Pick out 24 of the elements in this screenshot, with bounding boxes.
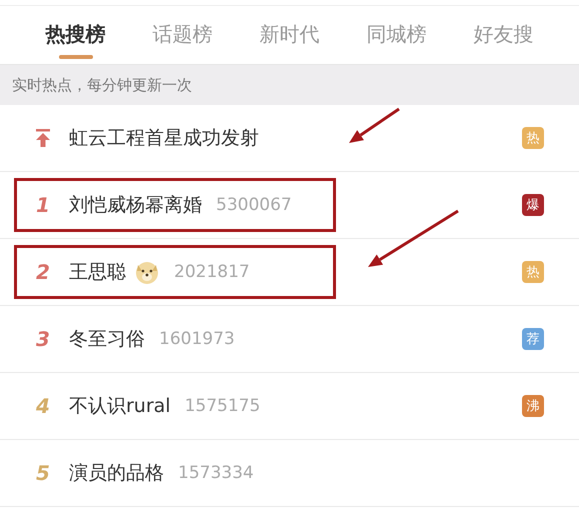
- hot-badge: 荐: [522, 328, 544, 350]
- tab[interactable]: 热搜榜: [40, 10, 112, 60]
- rank-number: 5: [35, 461, 51, 485]
- hot-badge: 沸: [522, 395, 544, 417]
- rank-number: 4: [35, 394, 51, 418]
- rank-number: 2: [35, 260, 51, 284]
- rank-number: 1: [35, 193, 51, 217]
- search-count: 5300067: [216, 195, 292, 215]
- topic-title[interactable]: 刘恺威杨幂离婚: [69, 192, 202, 218]
- hot-badge: 爆: [522, 194, 544, 216]
- rank-number: 3: [35, 327, 51, 351]
- search-count: 1601973: [159, 329, 235, 349]
- hot-badge: 热: [522, 127, 544, 149]
- search-count: 2021817: [174, 262, 250, 282]
- search-count: 1573334: [178, 463, 254, 483]
- topic-title[interactable]: 冬至习俗: [69, 326, 145, 352]
- pin-top-icon: [35, 129, 51, 147]
- topic-title[interactable]: 王思聪: [69, 259, 126, 285]
- topic-title[interactable]: 不认识rural: [69, 393, 171, 419]
- subtitle: 实时热点，每分钟更新一次: [12, 76, 192, 94]
- topic-title[interactable]: 演员的品格: [69, 460, 164, 486]
- hot-badge: 热: [522, 261, 544, 283]
- topic-title[interactable]: 虹云工程首星成功发射: [69, 125, 259, 151]
- search-count: 1575175: [184, 396, 260, 416]
